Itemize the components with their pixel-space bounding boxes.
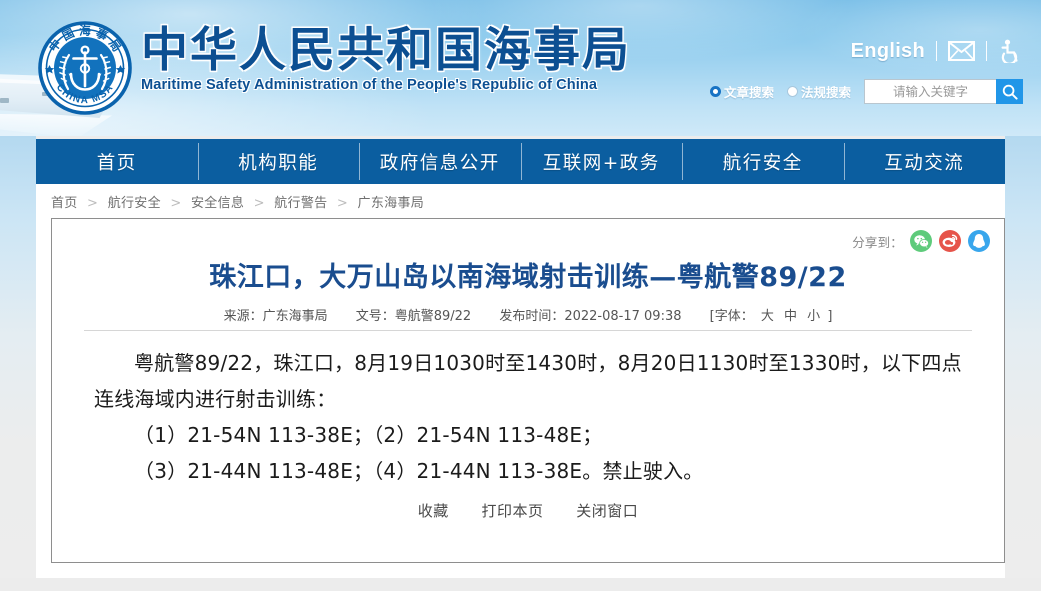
breadcrumb-item-guangdong-msa[interactable]: 广东海事局 bbox=[358, 196, 425, 211]
breadcrumb: 首页 > 航行安全 > 安全信息 > 航行警告 > 广东海事局 bbox=[51, 192, 424, 211]
left-margin-background bbox=[0, 136, 36, 578]
site-header: 中 国 海 事 局 CHINA MSA 中华人民共和国海事局 Maritime … bbox=[0, 0, 1041, 136]
right-margin-background bbox=[1005, 136, 1041, 578]
nav-item-home[interactable]: 首页 bbox=[36, 139, 198, 184]
search-scope-article[interactable]: 文章搜索 bbox=[709, 82, 774, 101]
nav-item-functions[interactable]: 机构职能 bbox=[197, 139, 360, 184]
breadcrumb-separator: > bbox=[253, 196, 265, 211]
share-bar: 分享到： bbox=[852, 230, 990, 252]
article-paragraph-1: 粤航警89/22，珠江口，8月19日1030时至1430时，8月20日1130时… bbox=[94, 351, 962, 411]
site-title-cn: 中华人民共和国海事局 bbox=[141, 23, 631, 78]
meta-divider bbox=[84, 330, 972, 331]
header-top-links: English bbox=[851, 39, 1020, 65]
nav-item-gov-info[interactable]: 政府信息公开 bbox=[359, 139, 521, 184]
font-size-suffix: ] bbox=[827, 309, 833, 324]
font-size-small[interactable]: 小 bbox=[807, 309, 820, 324]
breadcrumb-item-nav-safety[interactable]: 航行安全 bbox=[108, 196, 161, 211]
article-source: 来源：广东海事局 bbox=[223, 309, 328, 324]
qq-icon bbox=[973, 234, 985, 248]
search-scope-article-label: 文章搜索 bbox=[723, 86, 774, 100]
breadcrumb-item-safety-info[interactable]: 安全信息 bbox=[191, 196, 244, 211]
breadcrumb-item-nav-warning[interactable]: 航行警告 bbox=[274, 196, 327, 211]
weibo-share-button[interactable] bbox=[939, 230, 961, 252]
font-size-prefix: [字体： bbox=[709, 309, 754, 324]
article-paragraph-2: （1）21-54N 113-38E；（2）21-54N 113-48E； bbox=[134, 423, 603, 447]
divider bbox=[936, 41, 937, 61]
search-button[interactable] bbox=[996, 79, 1023, 104]
article-body: 粤航警89/22，珠江口，8月19日1030时至1430时，8月20日1130时… bbox=[94, 345, 962, 489]
wechat-share-button[interactable] bbox=[910, 230, 932, 252]
share-label: 分享到： bbox=[852, 234, 903, 250]
qq-share-button[interactable] bbox=[968, 230, 990, 252]
article-card: 分享到： 珠江口，大万山岛以南海域射击训练—粤航警89/22 来源：广东海事局 … bbox=[51, 218, 1005, 563]
breadcrumb-separator: > bbox=[170, 196, 182, 211]
weibo-icon bbox=[942, 234, 958, 247]
search-input[interactable] bbox=[864, 79, 996, 104]
article-doc-number: 文号：粤航警89/22 bbox=[355, 309, 472, 324]
wechat-icon bbox=[913, 234, 929, 248]
magnifier-icon bbox=[1002, 84, 1018, 100]
favorite-button[interactable]: 收藏 bbox=[418, 502, 449, 520]
accessibility-icon[interactable] bbox=[998, 39, 1020, 65]
english-link[interactable]: English bbox=[851, 40, 925, 63]
page-bottom-strip bbox=[0, 578, 1041, 591]
font-size-controls: [字体： 大 中 小 ] bbox=[710, 309, 833, 324]
article-title: 珠江口，大万山岛以南海域射击训练—粤航警89/22 bbox=[209, 262, 847, 293]
breadcrumb-separator: > bbox=[87, 196, 99, 211]
header-search-area: 文章搜索 法规搜索 bbox=[709, 79, 1023, 104]
article-paragraph-3: （3）21-44N 113-48E；（4）21-44N 113-38E。禁止驶入… bbox=[134, 459, 704, 483]
article-actions: 收藏 打印本页 关闭窗口 bbox=[52, 500, 1004, 521]
site-title-block: 中华人民共和国海事局 Maritime Safety Administratio… bbox=[141, 23, 661, 94]
search-box bbox=[864, 79, 1023, 104]
nav-item-nav-safety[interactable]: 航行安全 bbox=[682, 139, 844, 184]
nav-item-internet-gov[interactable]: 互联网+政务 bbox=[520, 139, 683, 184]
article-publish-time: 发布时间：2022-08-17 09:38 bbox=[499, 309, 682, 324]
china-msa-emblem-logo[interactable]: 中 国 海 事 局 CHINA MSA bbox=[38, 21, 132, 115]
print-button[interactable]: 打印本页 bbox=[481, 502, 543, 520]
breadcrumb-separator: > bbox=[336, 196, 349, 211]
nav-item-interaction[interactable]: 互动交流 bbox=[843, 139, 1006, 184]
divider bbox=[986, 41, 987, 61]
search-scope-regulation[interactable]: 法规搜索 bbox=[786, 82, 851, 101]
close-window-button[interactable]: 关闭窗口 bbox=[576, 502, 638, 520]
radio-indicator bbox=[709, 86, 721, 97]
main-navigation: 首页 机构职能 政府信息公开 互联网+政务 航行安全 互动交流 bbox=[36, 139, 1005, 184]
page-content-wrapper: 首页 > 航行安全 > 安全信息 > 航行警告 > 广东海事局 分享到： 珠江口… bbox=[36, 184, 1005, 578]
font-size-medium[interactable]: 中 bbox=[784, 309, 797, 324]
article-meta: 来源：广东海事局 文号：粤航警89/22 发布时间：2022-08-17 09:… bbox=[52, 305, 1004, 324]
search-scope-regulation-label: 法规搜索 bbox=[800, 86, 851, 100]
radio-indicator bbox=[786, 86, 798, 97]
font-size-large[interactable]: 大 bbox=[761, 309, 774, 324]
site-title-en: Maritime Safety Administration of the Pe… bbox=[141, 77, 598, 94]
breadcrumb-item-home[interactable]: 首页 bbox=[51, 196, 78, 211]
envelope-icon[interactable] bbox=[948, 41, 975, 61]
